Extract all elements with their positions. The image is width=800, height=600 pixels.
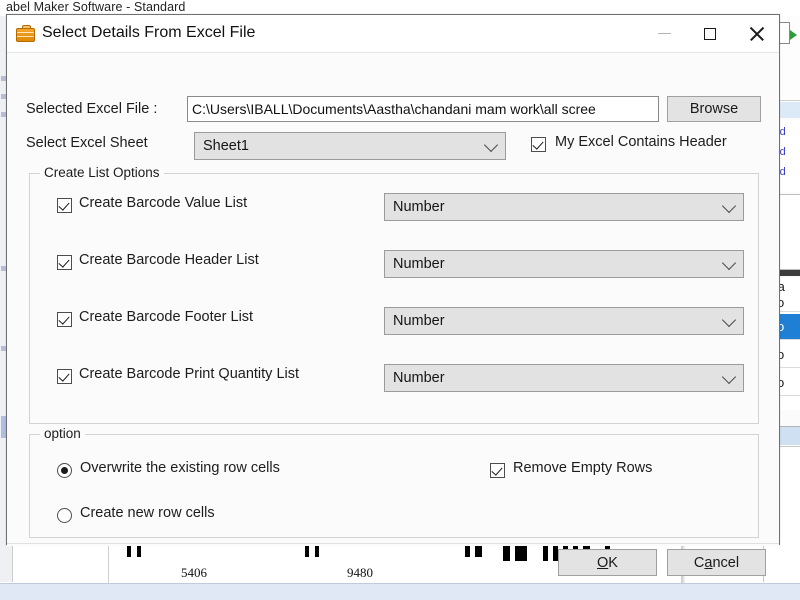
option-group: option Overwrite the existing row cells …	[29, 426, 759, 538]
barcode-footer-list-type-value: Number	[393, 313, 445, 329]
create-new-rows-label: Create new row cells	[80, 505, 215, 521]
excel-sheet-select[interactable]: Sheet1	[194, 132, 506, 160]
create-barcode-print-quantity-list-label: Create Barcode Print Quantity List	[79, 366, 300, 382]
create-barcode-footer-list-checkbox[interactable]	[57, 312, 72, 327]
create-barcode-value-list-checkbox[interactable]	[57, 198, 72, 213]
barcode-value-list-type-select[interactable]: Number	[384, 193, 744, 221]
overwrite-existing-rows-radio[interactable]	[57, 463, 72, 478]
create-barcode-value-list-label: Create Barcode Value List	[79, 195, 248, 211]
overwrite-existing-rows-label: Overwrite the existing row cells	[80, 460, 280, 476]
dialog-footer-separator	[7, 543, 779, 544]
chevron-down-icon	[483, 137, 499, 153]
background-statusbar	[0, 583, 800, 600]
cancel-button[interactable]: Cancel	[667, 549, 766, 576]
my-excel-contains-header-label: My Excel Contains Header	[555, 134, 727, 150]
create-new-rows-radio[interactable]	[57, 508, 72, 523]
ok-button[interactable]: OK	[558, 549, 657, 576]
remove-empty-rows-checkbox[interactable]	[490, 463, 505, 478]
selected-excel-file-label: Selected Excel File :	[26, 101, 158, 117]
excel-file-path-input[interactable]: C:\Users\IBALL\Documents\Aastha\chandani…	[187, 96, 659, 122]
barcode-value-list-type-value: Number	[393, 199, 445, 215]
cancel-first: C	[693, 554, 705, 571]
chevron-down-icon	[721, 255, 737, 271]
create-list-options-group: Create List Options Create Barcode Value…	[29, 165, 759, 424]
select-excel-sheet-label: Select Excel Sheet	[26, 135, 148, 151]
ok-mnemonic: O	[597, 554, 609, 571]
chevron-down-icon	[721, 312, 737, 328]
barcode-header-list-type-select[interactable]: Number	[384, 250, 744, 278]
barcode-header-list-type-value: Number	[393, 256, 445, 272]
close-icon	[749, 26, 764, 41]
barcode-label: 9480	[347, 565, 373, 580]
option-group-title: option	[40, 426, 85, 441]
create-barcode-footer-list-label: Create Barcode Footer List	[79, 309, 254, 325]
dialog-titlebar[interactable]: Select Details From Excel File	[7, 15, 779, 53]
background-app-title: abel Maker Software - Standard	[6, 0, 186, 14]
minimize-button[interactable]	[641, 15, 687, 52]
maximize-icon	[704, 27, 716, 40]
dialog-body: Selected Excel File : C:\Users\IBALL\Doc…	[7, 53, 779, 576]
remove-empty-rows-label: Remove Empty Rows	[513, 460, 653, 476]
barcode-print-quantity-list-type-select[interactable]: Number	[384, 364, 744, 392]
dialog-title: Select Details From Excel File	[42, 24, 256, 41]
chevron-down-icon	[721, 198, 737, 214]
ok-rest: K	[608, 554, 618, 571]
select-details-dialog: Select Details From Excel File Selected …	[6, 14, 780, 576]
chevron-down-icon	[721, 369, 737, 385]
briefcase-icon	[16, 24, 35, 42]
maximize-button[interactable]	[687, 15, 733, 52]
play-icon	[790, 30, 797, 40]
barcode-footer-list-type-select[interactable]: Number	[384, 307, 744, 335]
cancel-rest: ncel	[712, 554, 740, 571]
screen-root: abel Maker Software - Standard cod cod c	[0, 0, 800, 600]
excel-sheet-value: Sheet1	[203, 138, 249, 154]
create-barcode-header-list-checkbox[interactable]	[57, 255, 72, 270]
barcode-label: 5406	[181, 565, 207, 580]
close-button[interactable]	[733, 15, 779, 52]
minimize-icon	[657, 33, 671, 34]
create-barcode-print-quantity-list-checkbox[interactable]	[57, 369, 72, 384]
browse-button[interactable]: Browse	[667, 96, 761, 122]
create-list-options-title: Create List Options	[40, 165, 164, 180]
create-barcode-header-list-label: Create Barcode Header List	[79, 252, 259, 268]
barcode-print-quantity-list-type-value: Number	[393, 370, 445, 386]
my-excel-contains-header-checkbox[interactable]	[531, 137, 546, 152]
window-controls	[641, 15, 779, 52]
